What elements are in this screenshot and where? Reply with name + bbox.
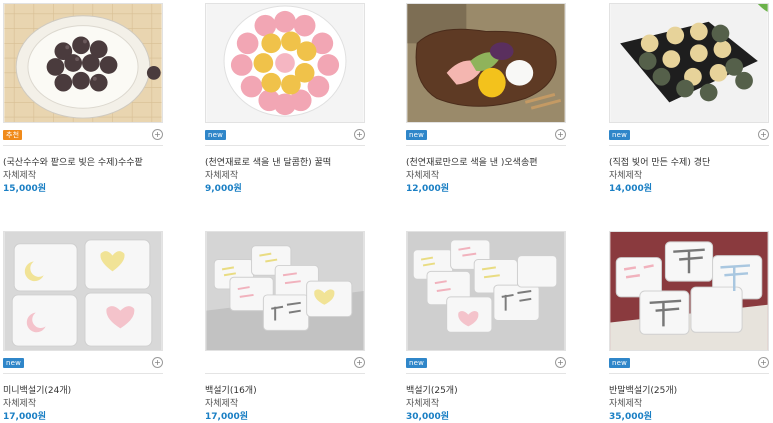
product-card[interactable]: 추천 + (국산수수와 팥으로 빚은 수제)수수팥 자체제작 15,000원 (3, 3, 163, 195)
new-badge: new (406, 130, 428, 140)
product-maker: 자체제작 (205, 399, 239, 409)
product-image[interactable] (3, 3, 163, 123)
product-title[interactable]: (천연재료만으로 색을 낸 )오색송편 (406, 157, 566, 169)
product-meta: new + (205, 127, 365, 146)
product-title[interactable]: 백설기(16개) (205, 385, 365, 397)
product-price: 17,000원 (205, 412, 249, 422)
product-title[interactable]: (국산수수와 팥으로 빚은 수제)수수팥 (3, 157, 163, 169)
honey-rice-cake-image (206, 4, 364, 122)
product-grid: 추천 + (국산수수와 팥으로 빚은 수제)수수팥 자체제작 15,000원 n… (0, 0, 773, 423)
product-image[interactable] (205, 231, 365, 351)
product-meta: new + (406, 355, 566, 374)
product-image[interactable] (609, 3, 769, 123)
product-maker: 자체제작 (3, 399, 37, 409)
new-badge: new (406, 358, 428, 368)
product-title[interactable]: (천연재료로 색을 낸 달콤한) 꿀떡 (205, 157, 365, 169)
product-image[interactable] (205, 3, 365, 123)
product-image[interactable] (609, 231, 769, 351)
product-title[interactable]: 백설기(25개) (406, 385, 566, 397)
add-plus-icon[interactable]: + (758, 357, 769, 368)
new-badge: new (609, 130, 631, 140)
product-meta: new + (406, 127, 566, 146)
baekseolgi-16-image (206, 232, 364, 350)
product-meta: new + (609, 355, 769, 374)
product-title[interactable]: 반말백설기(25개) (609, 385, 769, 397)
product-maker: 자체제작 (609, 171, 643, 181)
baekseolgi-25-image (407, 232, 565, 350)
add-plus-icon[interactable]: + (152, 129, 163, 140)
product-title[interactable]: (직접 빚어 만든 수제) 경단 (609, 157, 769, 169)
product-price: 14,000원 (609, 184, 653, 194)
product-price: 9,000원 (205, 184, 242, 194)
new-badge: new (3, 358, 25, 368)
five-color-songpyeon-image (407, 4, 565, 122)
recommend-badge: 추천 (3, 130, 23, 140)
product-card[interactable]: new + 반말백설기(25개) 자체제작 35,000원 (609, 231, 769, 423)
product-image[interactable] (3, 231, 163, 351)
product-maker: 자체제작 (205, 171, 239, 181)
product-meta: new + (3, 355, 163, 374)
product-price: 12,000원 (406, 184, 450, 194)
sorghum-bean-balls-image (4, 4, 162, 122)
product-card[interactable]: + 백설기(16개) 자체제작 17,000원 (205, 231, 365, 423)
product-card[interactable]: new + 미니백설기(24개) 자체제작 17,000원 (3, 231, 163, 423)
new-badge: new (609, 358, 631, 368)
mini-baekseolgi-image (4, 232, 162, 350)
product-price: 30,000원 (406, 412, 450, 422)
product-meta: + (205, 355, 365, 374)
product-card[interactable]: new + 백설기(25개) 자체제작 30,000원 (406, 231, 566, 423)
add-plus-icon[interactable]: + (354, 357, 365, 368)
product-price: 15,000원 (3, 184, 47, 194)
new-badge: new (205, 130, 227, 140)
product-card[interactable]: new + (천연재료만으로 색을 낸 )오색송편 자체제작 12,000원 (406, 3, 566, 195)
product-image[interactable] (406, 3, 566, 123)
product-price: 17,000원 (3, 412, 47, 422)
product-title[interactable]: 미니백설기(24개) (3, 385, 163, 397)
add-plus-icon[interactable]: + (758, 129, 769, 140)
product-maker: 자체제작 (406, 171, 440, 181)
add-plus-icon[interactable]: + (555, 357, 566, 368)
product-card[interactable]: new + (천연재료로 색을 낸 달콤한) 꿀떡 자체제작 9,000원 (205, 3, 365, 195)
product-card[interactable]: new + (직접 빚어 만든 수제) 경단 자체제작 14,000원 (609, 3, 769, 195)
add-plus-icon[interactable]: + (555, 129, 566, 140)
add-plus-icon[interactable]: + (152, 357, 163, 368)
product-meta: 추천 + (3, 127, 163, 146)
product-maker: 자체제작 (406, 399, 440, 409)
gyeongdan-image (610, 4, 768, 122)
product-meta: new + (609, 127, 769, 146)
product-maker: 자체제작 (609, 399, 643, 409)
add-plus-icon[interactable]: + (354, 129, 365, 140)
product-maker: 자체제작 (3, 171, 37, 181)
banmal-baekseolgi-image (610, 232, 768, 350)
product-image[interactable] (406, 231, 566, 351)
product-price: 35,000원 (609, 412, 653, 422)
